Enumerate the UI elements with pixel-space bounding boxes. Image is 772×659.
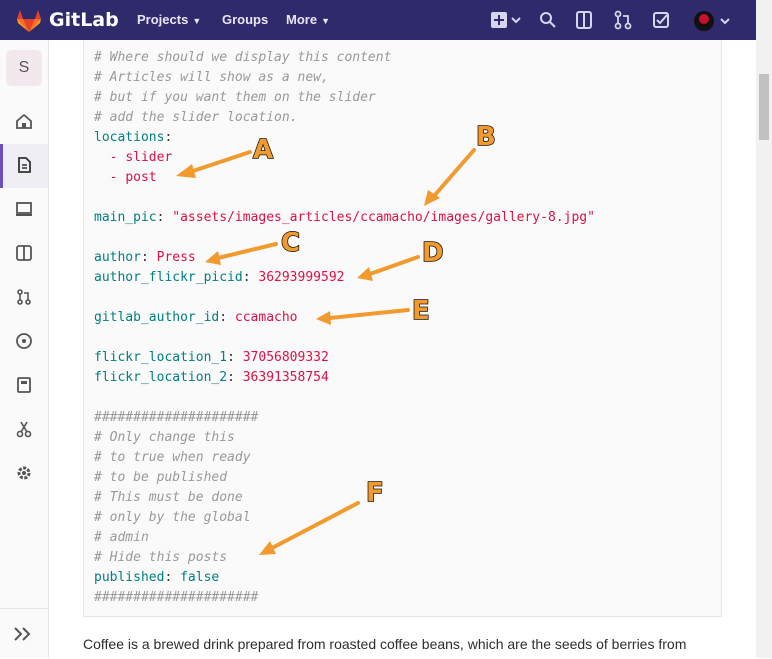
annotation-arrowhead-e <box>316 311 331 325</box>
annotation-label-c: C <box>281 228 300 258</box>
annotation-arrow-d <box>368 255 420 276</box>
annotation-overlay: A B C D E F <box>176 121 497 555</box>
annotation-arrow-a <box>188 150 252 174</box>
annotation-arrowhead-d <box>357 267 373 281</box>
annotation-arrow-e <box>328 308 410 320</box>
annotation-arrow-f <box>270 501 360 550</box>
annotation-arrow-c <box>216 242 278 260</box>
annotation-arrow-b <box>432 148 476 198</box>
annotation-arrowhead-c <box>205 251 221 265</box>
annotation-label-a: A <box>253 135 273 165</box>
scrollbar-thumb[interactable] <box>759 74 769 140</box>
annotation-label-b: B <box>476 122 496 152</box>
annotation-label-f: F <box>366 478 384 508</box>
annotation-label-d: D <box>422 238 444 268</box>
annotation-arrowhead-a <box>176 164 196 178</box>
vertical-scrollbar[interactable] <box>756 0 772 658</box>
annotation-label-e: E <box>412 296 430 326</box>
